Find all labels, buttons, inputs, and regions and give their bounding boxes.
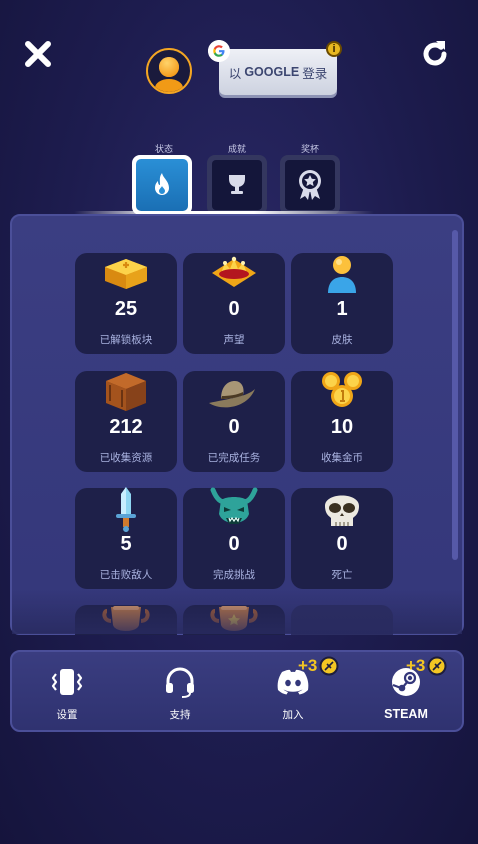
tab-achievements[interactable] bbox=[207, 155, 267, 215]
tab-status-label: 状态 bbox=[154, 144, 173, 154]
refresh-icon[interactable] bbox=[418, 37, 452, 71]
stat-card-skins: 1 皮肤 bbox=[291, 253, 393, 354]
tab-trophies-label: 奖杯 bbox=[300, 144, 319, 154]
stat-label: 完成挑战 bbox=[213, 569, 255, 581]
crown-icon bbox=[212, 256, 256, 287]
stat-label: 收集金币 bbox=[321, 452, 363, 464]
stat-value: 0 bbox=[228, 298, 240, 320]
person-skin-icon bbox=[328, 256, 356, 293]
player-avatar-icon bbox=[155, 57, 183, 92]
wooden-crate-icon bbox=[106, 373, 146, 411]
stat-value: 10 bbox=[330, 416, 354, 438]
google-login-suffix: 登录 bbox=[302, 66, 328, 81]
stat-value: 1 bbox=[336, 298, 348, 320]
stat-card-resources: 212 已收集资源 bbox=[75, 371, 177, 472]
steam-label: STEAM bbox=[384, 707, 428, 721]
discord-bonus: +3 bbox=[298, 656, 339, 676]
vibration-phone-icon bbox=[51, 669, 83, 695]
stat-label: 已完成任务 bbox=[207, 452, 261, 464]
gem-coin-icon bbox=[319, 656, 339, 676]
google-logo-icon bbox=[208, 40, 230, 62]
sword-icon bbox=[116, 487, 136, 532]
google-login-prefix: 以 bbox=[228, 66, 242, 81]
flame-icon bbox=[155, 173, 169, 195]
stat-label: 皮肤 bbox=[331, 334, 353, 346]
support-label: 支持 bbox=[169, 709, 191, 721]
settings-label: 设置 bbox=[56, 709, 78, 721]
panel-fade bbox=[12, 590, 462, 634]
trophy-cup-icon bbox=[229, 175, 245, 194]
stat-card-deaths: 0 死亡 bbox=[291, 488, 393, 589]
settings-button[interactable]: 设置 bbox=[27, 666, 107, 722]
tab-achievements-label: 成就 bbox=[227, 144, 246, 154]
stat-card-quests: 0 已完成任务 bbox=[183, 371, 285, 472]
stat-label: 死亡 bbox=[331, 569, 353, 581]
stat-label: 已收集资源 bbox=[99, 452, 153, 464]
stat-card-gold: 10 收集金币 bbox=[291, 371, 393, 472]
info-icon[interactable]: i bbox=[326, 41, 342, 57]
stat-value: 5 bbox=[120, 533, 132, 555]
award-ribbon-icon bbox=[299, 170, 321, 200]
stat-value: 212 bbox=[109, 416, 143, 438]
golden-tile-icon bbox=[105, 259, 147, 289]
google-login-brand: GOOGLE bbox=[244, 65, 300, 79]
headset-icon bbox=[166, 667, 194, 698]
gem-coin-icon bbox=[427, 656, 447, 676]
stat-label: 声望 bbox=[223, 334, 245, 346]
stat-label: 已解锁板块 bbox=[99, 334, 153, 346]
google-login-button[interactable]: 以 GOOGLE 登录 bbox=[219, 49, 337, 95]
stat-label: 已击败敌人 bbox=[99, 569, 153, 581]
tab-trophies[interactable] bbox=[280, 155, 340, 215]
stat-card-challenges: 0 完成挑战 bbox=[183, 487, 285, 589]
stat-value: 25 bbox=[114, 298, 138, 320]
stat-card-unlocked-tiles: 25 已解锁板块 bbox=[75, 253, 177, 354]
stat-value: 0 bbox=[228, 533, 240, 555]
demon-mask-icon bbox=[210, 487, 258, 524]
stat-value: 0 bbox=[228, 416, 240, 438]
stat-card-enemies: 5 已击败敌人 bbox=[75, 487, 177, 589]
avatar[interactable] bbox=[146, 48, 192, 94]
cowboy-hat-icon bbox=[209, 381, 255, 408]
scrollbar[interactable] bbox=[452, 230, 458, 560]
discord-label: 加入 bbox=[282, 709, 304, 721]
support-button[interactable]: 支持 bbox=[140, 666, 220, 722]
discord-bonus-value: +3 bbox=[298, 656, 318, 675]
stat-card-prestige: 0 声望 bbox=[183, 253, 285, 354]
stat-value: 0 bbox=[336, 533, 348, 555]
steam-bonus: +3 bbox=[406, 656, 447, 676]
gold-coins-icon bbox=[322, 372, 362, 407]
skull-icon bbox=[325, 495, 359, 526]
close-icon[interactable] bbox=[22, 38, 54, 70]
steam-bonus-value: +3 bbox=[406, 656, 426, 675]
tab-status[interactable] bbox=[132, 155, 192, 215]
